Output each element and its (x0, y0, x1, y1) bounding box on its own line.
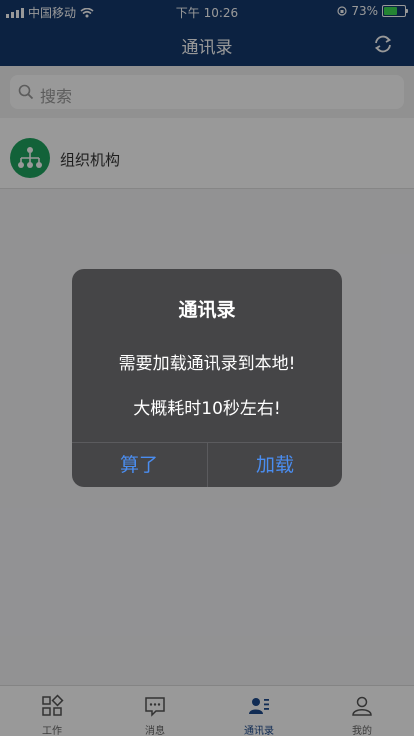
dialog-message-line1: 需要加载通讯录到本地! (118, 354, 296, 374)
load-contacts-dialog: 通讯录 需要加载通讯录到本地! 大概耗时10秒左右! 算了 加载 (72, 269, 342, 487)
cancel-button[interactable]: 算了 (72, 443, 206, 487)
dialog-message-line2: 大概耗时10秒左右! (133, 399, 281, 419)
dialog-title: 通讯录 (178, 299, 236, 321)
load-button[interactable]: 加载 (208, 443, 342, 487)
